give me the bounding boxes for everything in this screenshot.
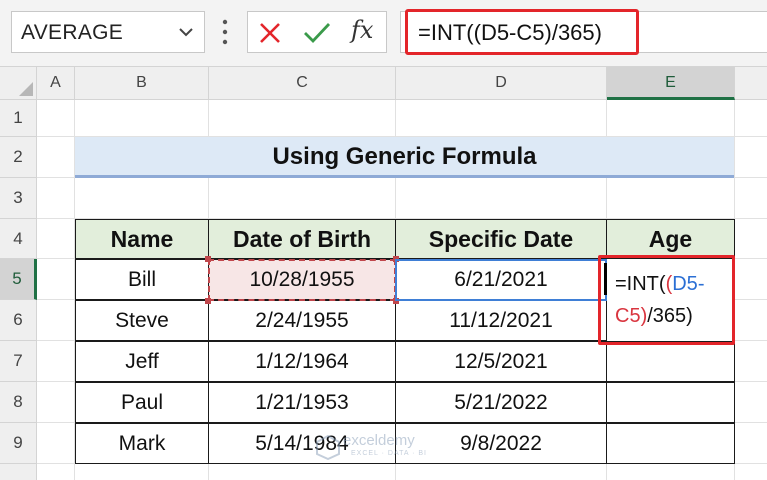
cell-specific-date[interactable]: 6/21/2021 — [395, 259, 607, 300]
cell-age[interactable] — [606, 423, 735, 464]
column-header-e[interactable]: E — [607, 67, 735, 100]
row-header-1[interactable]: 1 — [0, 100, 37, 137]
cell-name[interactable]: Jeff — [75, 341, 209, 382]
cell-dob[interactable]: 10/28/1955 — [208, 259, 396, 300]
formula-text[interactable]: =INT((D5-C5)/365) — [418, 20, 602, 46]
formula-bar: AVERAGE fx =INT((D5-C5)/365) — [0, 0, 767, 67]
chevron-down-icon[interactable] — [176, 22, 196, 42]
cell-name[interactable]: Paul — [75, 382, 209, 423]
column-header-d[interactable]: D — [396, 67, 607, 100]
insert-function-button[interactable]: fx — [351, 16, 373, 44]
logo-icon — [316, 434, 340, 460]
cell-dob[interactable]: 1/12/1964 — [208, 341, 396, 382]
sheet-title: Using Generic Formula — [272, 143, 537, 170]
title-cell[interactable]: Using Generic Formula — [75, 137, 734, 178]
name-box-value: AVERAGE — [21, 21, 124, 44]
cell-specific-date[interactable]: 12/5/2021 — [395, 341, 607, 382]
ref-handle[interactable] — [393, 256, 399, 262]
more-options-icon[interactable] — [222, 17, 228, 47]
header-specific-date[interactable]: Specific Date — [395, 219, 607, 259]
name-box[interactable]: AVERAGE — [11, 11, 205, 53]
cell-specific-date[interactable]: 5/21/2022 — [395, 382, 607, 423]
row-header-5[interactable]: 5 — [0, 259, 37, 300]
row-header-6[interactable]: 6 — [0, 300, 37, 341]
row-header-10[interactable] — [0, 464, 37, 480]
cell-name[interactable]: Bill — [75, 259, 209, 300]
row-header-9[interactable]: 9 — [0, 423, 37, 464]
column-header-a[interactable]: A — [37, 67, 75, 100]
row-header-3[interactable]: 3 — [0, 178, 37, 219]
header-age[interactable]: Age — [606, 219, 735, 259]
cell-dob[interactable]: 1/21/1953 — [208, 382, 396, 423]
cell-age[interactable] — [606, 341, 735, 382]
column-header-b[interactable]: B — [75, 67, 209, 100]
select-all-corner[interactable] — [0, 67, 37, 100]
column-header-c[interactable]: C — [209, 67, 396, 100]
row-header-7[interactable]: 7 — [0, 341, 37, 382]
age-formula-highlight — [598, 255, 735, 345]
ref-handle[interactable] — [205, 298, 211, 304]
cell-dob[interactable]: 2/24/1955 — [208, 300, 396, 341]
row-header-2[interactable]: 2 — [0, 137, 37, 178]
ref-handle[interactable] — [393, 298, 399, 304]
check-icon[interactable] — [303, 21, 331, 45]
watermark: exceldemy EXCEL · DATA · BI — [311, 432, 461, 468]
cell-age[interactable] — [606, 382, 735, 423]
row-header-8[interactable]: 8 — [0, 382, 37, 423]
ref-handle[interactable] — [205, 256, 211, 262]
header-date-of-birth[interactable]: Date of Birth — [208, 219, 396, 259]
watermark-sub: EXCEL · DATA · BI — [351, 450, 427, 457]
header-name[interactable]: Name — [75, 219, 209, 259]
watermark-text: exceldemy — [343, 432, 415, 449]
column-header-f[interactable] — [735, 67, 767, 100]
formula-highlight: =INT((D5-C5)/365) — [405, 9, 639, 55]
row-header-4[interactable]: 4 — [0, 219, 37, 259]
formula-buttons: fx — [247, 11, 387, 53]
cell-name[interactable]: Steve — [75, 300, 209, 341]
cell-name[interactable]: Mark — [75, 423, 209, 464]
cell-specific-date[interactable]: 11/12/2021 — [395, 300, 607, 341]
x-icon[interactable] — [258, 21, 282, 45]
